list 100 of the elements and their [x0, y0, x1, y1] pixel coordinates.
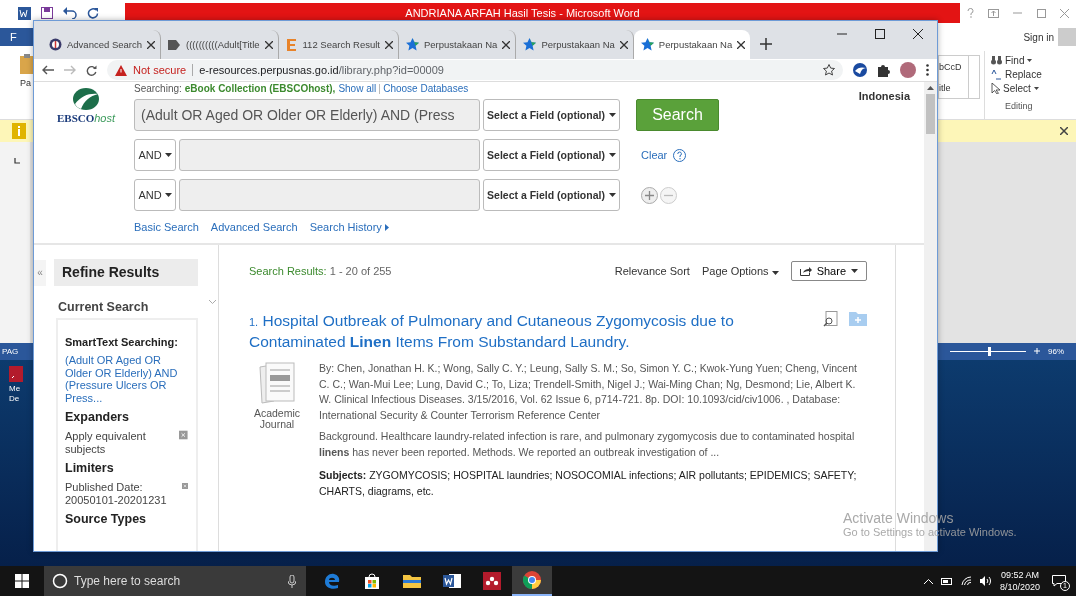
replace-icon [991, 69, 1002, 80]
browser-tab[interactable]: Perpustakaan Na [633, 30, 751, 59]
windows-logo-icon[interactable] [15, 574, 29, 588]
extension-icon[interactable] [853, 63, 867, 77]
close-icon[interactable] [264, 40, 273, 49]
store-icon[interactable] [363, 572, 381, 590]
file-tab[interactable]: F [0, 28, 33, 46]
caret-icon [771, 271, 779, 275]
battery-icon[interactable] [940, 577, 953, 585]
close-icon[interactable] [385, 40, 393, 49]
ebsco-logo-icon [73, 88, 99, 110]
page-options-dropdown[interactable]: Page Options [701, 265, 779, 277]
sign-in-link[interactable]: Sign in [1023, 31, 1054, 43]
operator-dropdown[interactable]: AND [134, 179, 176, 211]
results-label: Search Results: 1 - 20 of 255 [249, 265, 392, 277]
cursor-icon [991, 83, 1000, 94]
close-icon[interactable] [913, 29, 923, 39]
save-icon[interactable] [41, 7, 53, 19]
help-icon[interactable] [673, 148, 687, 162]
close-icon[interactable] [1060, 127, 1068, 135]
database-name: eBook Collection (EBSCOhost), [184, 82, 336, 95]
search-term-link[interactable]: (Adult OR Aged OR Older OR Elderly) AND (Pressure Ulcers OR Press... [65, 354, 188, 404]
share-button[interactable]: Share [790, 261, 867, 281]
clear-link[interactable]: Clear [641, 149, 668, 161]
taskbar-search-field[interactable]: Type here to search [44, 566, 306, 596]
close-icon[interactable] [147, 40, 155, 49]
volume-icon[interactable] [979, 576, 992, 586]
sort-dropdown[interactable]: Relevance Sort [614, 265, 690, 277]
clipboard-icon[interactable] [20, 54, 34, 74]
field-dropdown[interactable]: Select a Field (optional) [483, 179, 620, 211]
add-row-icon[interactable] [641, 186, 658, 204]
word-icon[interactable] [443, 572, 461, 590]
star-icon [640, 38, 654, 51]
search-input[interactable] [179, 179, 480, 211]
star-icon [406, 38, 419, 51]
search-input[interactable] [179, 139, 480, 171]
search-icon [52, 573, 68, 589]
abstract-text: Background. Healthcare laundry-related infection is rare, and pulmonary zygomycosis due to contaminated hospital linens has never been reported. Methods. We reported an outbreak investigation of ... [319, 429, 856, 460]
avatar-icon [1058, 28, 1076, 46]
section-heading: SmartText Searching: [65, 336, 179, 348]
close-icon[interactable] [502, 40, 511, 49]
wifi-icon[interactable] [960, 576, 972, 586]
search-input[interactable]: (Adult OR Aged OR Older OR Elderly) AND (Press [134, 99, 480, 131]
editing-command[interactable]: Select [991, 83, 1076, 94]
circle-logo-icon [49, 38, 62, 51]
close-icon[interactable] [619, 40, 628, 49]
scroll-up-icon[interactable] [927, 86, 934, 90]
maximize-icon[interactable] [875, 29, 885, 39]
journal-icon [257, 361, 297, 405]
caret-icon [608, 193, 616, 197]
menu-icon[interactable] [926, 64, 929, 76]
address-bar[interactable]: Not secure e-resources.perpusnas.go.id/library.php?id=00009 [107, 60, 843, 80]
field-dropdown[interactable]: Select a Field (optional) [483, 139, 620, 171]
reload-icon[interactable] [86, 64, 97, 76]
style-preview: bCcD [939, 61, 963, 72]
ebsco-logo-text: EBSCOhost [56, 112, 116, 124]
field-dropdown[interactable]: Select a Field (optional) [483, 99, 620, 131]
paste-label[interactable]: Pa [20, 78, 31, 88]
editing-command[interactable]: Replace [991, 69, 1076, 80]
profile-avatar-icon[interactable] [900, 62, 916, 78]
filter-label: Published Date: 20050101-20201231 [65, 481, 168, 506]
chrome-icon[interactable] [523, 571, 541, 589]
edge-icon[interactable] [323, 572, 341, 590]
page-indicator: PAG [2, 346, 19, 356]
binoculars-icon [991, 56, 1002, 65]
chevron-up-icon[interactable] [923, 578, 933, 584]
preview-icon[interactable] [823, 311, 839, 327]
undo-icon[interactable] [63, 7, 77, 19]
redo-icon[interactable] [87, 7, 99, 19]
style-name: itle [939, 82, 952, 93]
refine-results-header: Refine Results [54, 259, 198, 286]
desktop-icon-label: Me De [9, 383, 22, 404]
ribbon-display-icon[interactable] [988, 8, 1000, 18]
choose-databases-link[interactable]: Choose Databases [383, 82, 469, 95]
subjects-text: Subjects: ZYGOMYCOSIS; HOSPITAL laundries; NOSOCOMIAL infections; AIR pollutants; EPIDEMICS; SAFETY; CHARTS, diagrams, etc. [319, 468, 858, 499]
puzzle-icon[interactable] [877, 63, 890, 77]
close-icon[interactable] [737, 40, 746, 49]
microphone-icon[interactable] [288, 575, 296, 588]
clock[interactable]: 09:52 AM 8/10/2020 [999, 569, 1040, 593]
search-mode-link[interactable]: Search History [309, 221, 389, 233]
show-all-link[interactable]: Show all [338, 82, 377, 95]
tab-stop-icon[interactable] [14, 158, 20, 164]
remove-icon[interactable] [182, 481, 188, 491]
folder-icon[interactable] [403, 573, 421, 589]
collapse-button[interactable]: « [34, 259, 46, 286]
caret-icon [608, 113, 616, 117]
star-icon[interactable] [823, 64, 835, 76]
search-mode-link[interactable]: Basic Search [134, 221, 199, 233]
editing-command[interactable]: Find [991, 55, 1076, 66]
filter-label: Apply equivalent subjects [65, 430, 147, 455]
scrollbar-thumb[interactable] [926, 94, 935, 134]
app-icon[interactable] [483, 572, 501, 590]
operator-dropdown[interactable]: AND [134, 139, 176, 171]
search-mode-link[interactable]: Advanced Search [210, 221, 298, 233]
library-name: Indonesia [858, 89, 912, 104]
zoom-in-icon[interactable] [1034, 348, 1040, 354]
citation-text: By: Chen, Jonathan H. K.; Wong, Sally C. Y.; Leung, Sally S. M.; So, Simon Y. C.; Kwok-Yung Yuen; Cheng, Vincent C. C.; Wan-Mui Lee; Lung, David C.; To, Liza; Trendell-Smith, Nigel J.; Wai-Ming Chan; Ng, Desmond; Lie, Albert K. W. Clinical Infectious Diseases. 3/15/2016, Vol. 62 Issue 6, p714-721. 8p. DOI: 10.1093/cid/civ1006. , Database: International Security & Counter Terrorism Reference Center [319, 361, 858, 423]
result-title-link[interactable]: 1. Hospital Outbreak of Pulmonary and Cutaneous Zygomycosis due to Contaminated Linen Items From Substandard Laundry. [249, 311, 759, 351]
back-icon[interactable] [42, 65, 54, 75]
new-tab-icon[interactable] [760, 38, 773, 50]
